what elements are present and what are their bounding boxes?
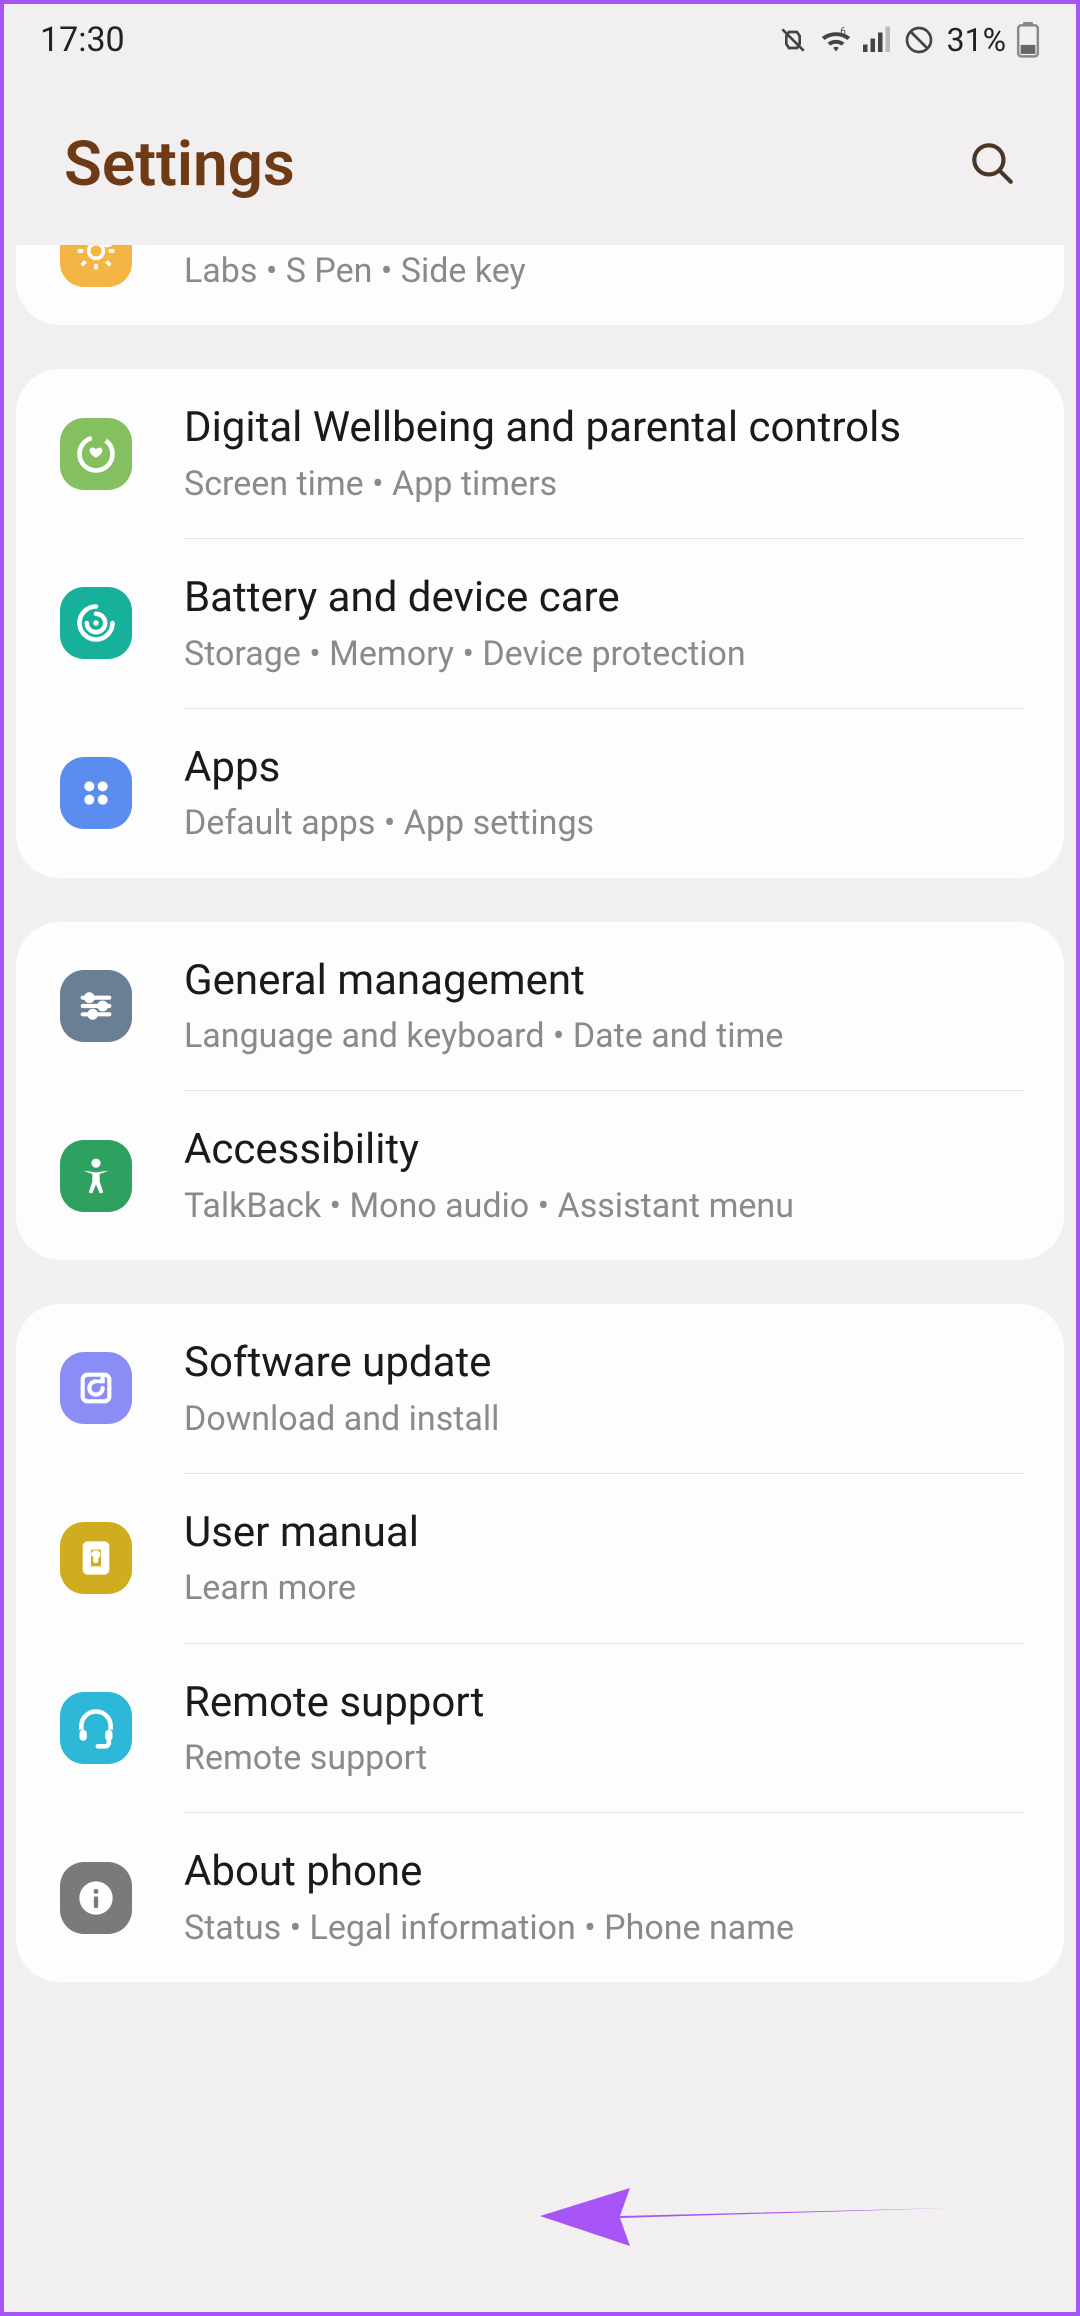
search-icon bbox=[967, 138, 1017, 192]
row-text: Digital Wellbeing and parental controls S… bbox=[184, 401, 1024, 506]
row-title: General management bbox=[184, 954, 1024, 1009]
settings-row-about-phone[interactable]: About phone Status • Legal information • … bbox=[16, 1813, 1064, 1982]
status-bar: 17:30 6 31% bbox=[0, 0, 1080, 80]
row-title: Apps bbox=[184, 741, 1024, 796]
settings-row-user-manual[interactable]: ? User manual Learn more bbox=[16, 1474, 1064, 1643]
apps-icon bbox=[60, 757, 132, 829]
update-icon bbox=[60, 1352, 132, 1424]
row-text: Accessibility TalkBack • Mono audio • Ass… bbox=[184, 1123, 1024, 1228]
battery-icon bbox=[1016, 22, 1040, 58]
settings-row-general[interactable]: General management Language and keyboard … bbox=[16, 922, 1064, 1091]
row-subtitle: Status • Legal information • Phone name bbox=[184, 1906, 1024, 1950]
vibrate-icon bbox=[777, 24, 809, 56]
settings-row-apps[interactable]: Apps Default apps • App settings bbox=[16, 709, 1064, 878]
status-time: 17:30 bbox=[40, 20, 125, 60]
page-title: Settings bbox=[64, 128, 295, 201]
svg-text:?: ? bbox=[93, 1551, 100, 1566]
row-subtitle: TalkBack • Mono audio • Assistant menu bbox=[184, 1184, 1024, 1228]
battery-percent: 31% bbox=[947, 21, 1006, 59]
settings-group: Software update Download and install? User… bbox=[16, 1304, 1064, 1982]
row-subtitle: Learn more bbox=[184, 1566, 1024, 1610]
settings-row-accessibility[interactable]: Accessibility TalkBack • Mono audio • Ass… bbox=[16, 1091, 1064, 1260]
row-text: About phone Status • Legal information • … bbox=[184, 1845, 1024, 1950]
page-header: Settings bbox=[0, 80, 1080, 245]
row-title: Battery and device care bbox=[184, 571, 1024, 626]
settings-row-advanced[interactable]: Labs • S Pen • Side key bbox=[16, 245, 1064, 325]
settings-group: General management Language and keyboard … bbox=[16, 922, 1064, 1261]
settings-row-device-care[interactable]: Battery and device care Storage • Memory … bbox=[16, 539, 1064, 708]
settings-group: Digital Wellbeing and parental controls S… bbox=[16, 369, 1064, 877]
row-title: Accessibility bbox=[184, 1123, 1024, 1178]
row-text: Remote support Remote support bbox=[184, 1676, 1024, 1781]
row-title: User manual bbox=[184, 1506, 1024, 1561]
row-text: Apps Default apps • App settings bbox=[184, 741, 1024, 846]
info-icon bbox=[60, 1862, 132, 1934]
settings-list[interactable]: Labs • S Pen • Side key Digital Wellbeing… bbox=[0, 245, 1080, 1982]
row-text: Software update Download and install bbox=[184, 1336, 1024, 1441]
cog-badge-icon bbox=[60, 245, 132, 287]
row-subtitle: Download and install bbox=[184, 1397, 1024, 1441]
settings-row-wellbeing[interactable]: Digital Wellbeing and parental controls S… bbox=[16, 369, 1064, 538]
device-care-icon bbox=[60, 587, 132, 659]
wifi-icon: 6 bbox=[819, 25, 853, 55]
row-subtitle: Default apps • App settings bbox=[184, 801, 1024, 845]
row-text: User manual Learn more bbox=[184, 1506, 1024, 1611]
annotation-arrow bbox=[540, 2168, 960, 2262]
headset-icon bbox=[60, 1692, 132, 1764]
status-icons: 6 31% bbox=[777, 21, 1040, 59]
settings-group: Labs • S Pen • Side key bbox=[16, 245, 1064, 325]
row-title: Software update bbox=[184, 1336, 1024, 1391]
row-subtitle: Labs • S Pen • Side key bbox=[184, 249, 1024, 293]
settings-row-remote-support[interactable]: Remote support Remote support bbox=[16, 1644, 1064, 1813]
settings-row-software-update[interactable]: Software update Download and install bbox=[16, 1304, 1064, 1473]
manual-icon: ? bbox=[60, 1522, 132, 1594]
search-button[interactable] bbox=[960, 133, 1024, 197]
row-subtitle: Remote support bbox=[184, 1736, 1024, 1780]
signal-icon bbox=[863, 26, 893, 54]
row-subtitle: Language and keyboard • Date and time bbox=[184, 1014, 1024, 1058]
row-title: Remote support bbox=[184, 1676, 1024, 1731]
row-text: Battery and device care Storage • Memory … bbox=[184, 571, 1024, 676]
row-subtitle: Storage • Memory • Device protection bbox=[184, 632, 1024, 676]
dnd-icon bbox=[903, 24, 935, 56]
wellbeing-icon bbox=[60, 418, 132, 490]
row-text: Labs • S Pen • Side key bbox=[184, 245, 1024, 293]
accessibility-icon bbox=[60, 1140, 132, 1212]
row-title: About phone bbox=[184, 1845, 1024, 1900]
row-subtitle: Screen time • App timers bbox=[184, 462, 1024, 506]
svg-text:6: 6 bbox=[840, 26, 846, 37]
sliders-icon bbox=[60, 970, 132, 1042]
row-text: General management Language and keyboard … bbox=[184, 954, 1024, 1059]
row-title: Digital Wellbeing and parental controls bbox=[184, 401, 1024, 456]
